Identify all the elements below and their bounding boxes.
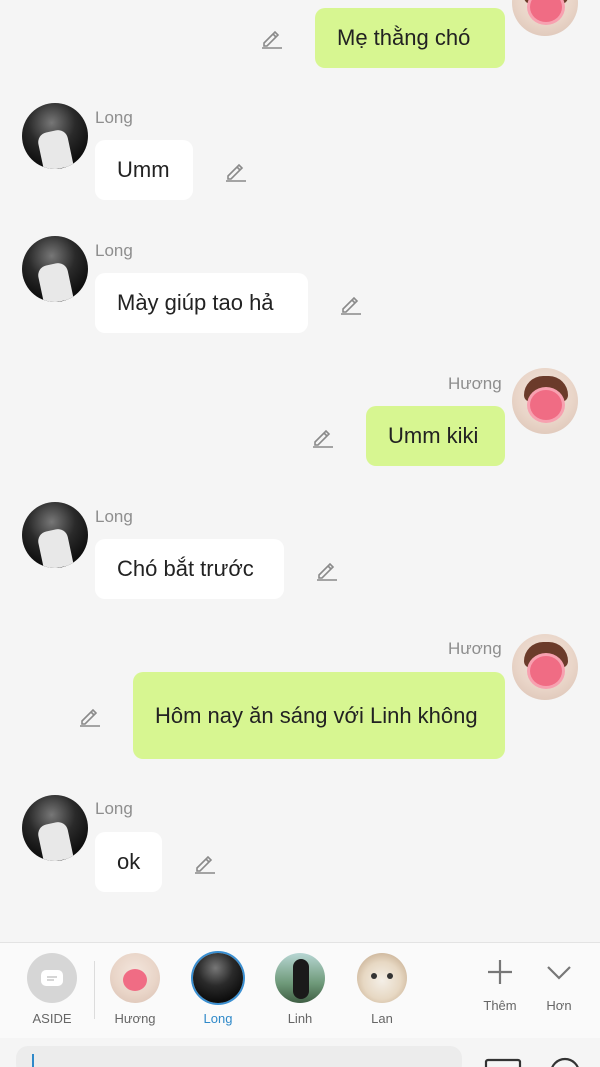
keyboard-icon[interactable] (484, 1054, 524, 1067)
composer-bar (0, 1038, 600, 1067)
message-bubble-incoming[interactable]: Umm (95, 140, 193, 200)
chat-bubble-icon (27, 953, 77, 1003)
sender-name: Hương (448, 374, 502, 393)
pencil-icon[interactable] (78, 704, 102, 728)
avatar-huong[interactable] (512, 368, 578, 434)
message-text: Umm (117, 157, 170, 182)
add-button[interactable]: Thêm (470, 957, 530, 1013)
add-label: Thêm (483, 998, 517, 1013)
more-button[interactable]: Hơn (529, 957, 589, 1013)
tab-label: Hương (114, 1011, 156, 1026)
tab-aside[interactable]: ASIDE (12, 953, 92, 1026)
tab-contact-linh[interactable]: Linh (260, 953, 340, 1026)
avatar-lan (357, 953, 407, 1003)
message-bubble-outgoing[interactable]: Mẹ thằng chó (315, 8, 505, 68)
message-text: ok (117, 849, 141, 874)
pencil-icon[interactable] (260, 26, 284, 50)
tab-contact-huong[interactable]: Hương (95, 953, 175, 1026)
sender-name: Hương (448, 639, 502, 658)
message-bubble-incoming[interactable]: ok (95, 832, 162, 892)
tab-contact-lan[interactable]: Lan (342, 953, 422, 1026)
message-text: Hôm nay ăn sáng với Linh không (155, 702, 478, 728)
message-text: Umm kiki (388, 423, 479, 448)
sender-name: Long (95, 799, 133, 818)
sender-name: Long (95, 507, 133, 526)
message-bubble-outgoing[interactable]: Hôm nay ăn sáng với Linh không (133, 672, 505, 759)
pencil-icon[interactable] (315, 558, 339, 582)
pencil-icon[interactable] (339, 292, 363, 316)
tab-label: ASIDE (32, 1011, 72, 1026)
tab-label: Lan (371, 1011, 393, 1026)
avatar-huong (110, 953, 160, 1003)
message-bubble-incoming[interactable]: Mày giúp tao hả (95, 273, 308, 333)
chevron-down-icon (547, 966, 571, 980)
pencil-icon[interactable] (193, 851, 217, 875)
message-text: Mẹ thằng chó (337, 25, 471, 50)
message-text: Chó bắt trước (117, 556, 254, 581)
pencil-icon[interactable] (311, 425, 335, 449)
avatar-long[interactable] (22, 502, 88, 568)
avatar-long (193, 953, 243, 1003)
contact-tab-bar: ASIDE Hương Long Linh Lan Thêm Hơn (0, 942, 600, 1038)
tab-contact-long[interactable]: Long (178, 953, 258, 1026)
emoji-icon[interactable] (548, 1056, 582, 1067)
sender-name: Long (95, 108, 133, 127)
plus-icon (488, 960, 512, 984)
avatar-long[interactable] (22, 103, 88, 169)
sender-name: Long (95, 241, 133, 260)
more-label: Hơn (546, 998, 572, 1013)
text-caret (32, 1054, 34, 1067)
message-input[interactable] (16, 1046, 462, 1067)
avatar-long[interactable] (22, 795, 88, 861)
avatar-huong[interactable] (512, 0, 578, 36)
avatar-huong[interactable] (512, 634, 578, 700)
message-text: Mày giúp tao hả (117, 290, 274, 315)
tab-label: Long (203, 1011, 233, 1026)
chat-thread[interactable]: Mẹ thằng chó Long Umm Long Mày giúp tao … (0, 0, 600, 942)
message-bubble-outgoing[interactable]: Umm kiki (366, 406, 505, 466)
message-bubble-incoming[interactable]: Chó bắt trước (95, 539, 284, 599)
pencil-icon[interactable] (224, 159, 248, 183)
tab-label: Linh (287, 1011, 313, 1026)
avatar-long[interactable] (22, 236, 88, 302)
avatar-linh (275, 953, 325, 1003)
